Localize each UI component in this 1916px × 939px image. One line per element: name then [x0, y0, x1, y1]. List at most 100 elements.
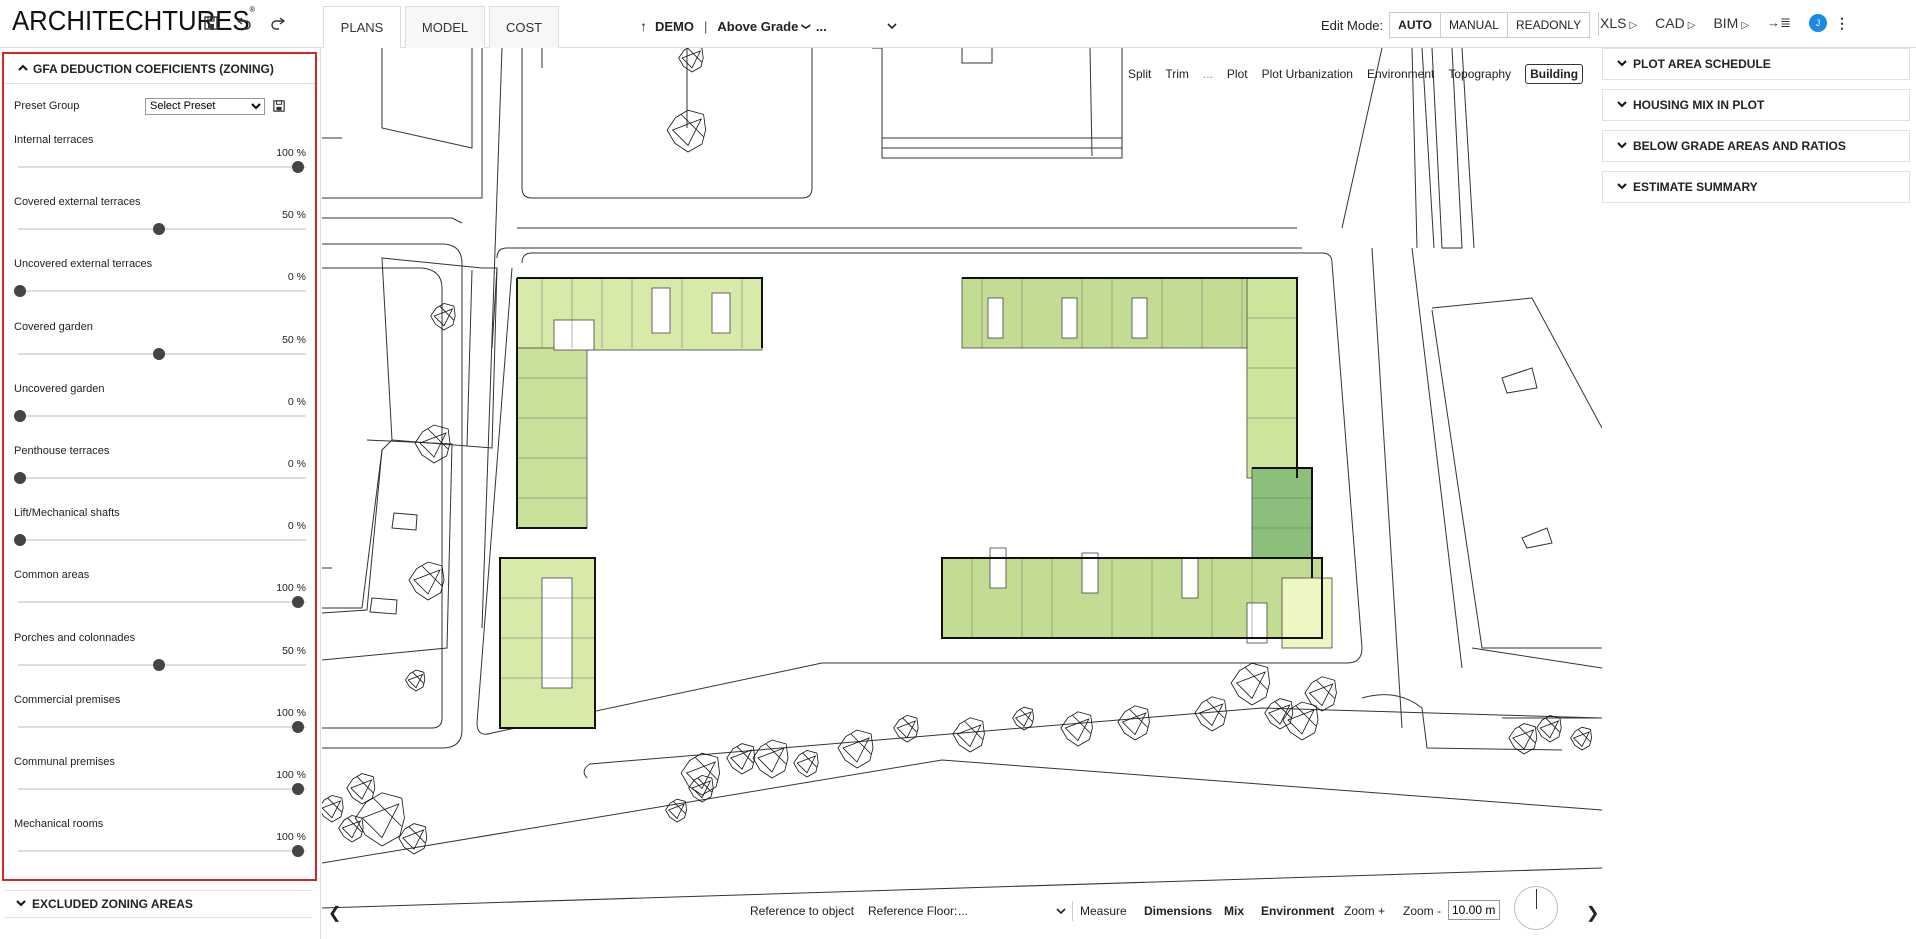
slider-handle[interactable]	[292, 845, 304, 858]
slider-handle[interactable]	[153, 347, 165, 360]
slider-track[interactable]	[18, 414, 306, 417]
excluded-zoning-areas-header[interactable]: EXCLUDED ZONING AREAS	[4, 890, 312, 918]
tab-model[interactable]: MODEL	[405, 6, 485, 48]
plot-area-schedule-header[interactable]: PLOT AREA SCHEDULE	[1602, 48, 1910, 80]
export-cad-button[interactable]: CAD ▷	[1655, 15, 1695, 31]
zoom-value-input[interactable]	[1448, 900, 1500, 920]
floor-ellipsis[interactable]: ...	[816, 19, 827, 34]
save-preset-icon[interactable]	[273, 100, 285, 115]
edit-mode-auto[interactable]: AUTO	[1390, 13, 1441, 37]
view-tab-plot[interactable]: Plot	[1227, 67, 1248, 81]
view-tab-plot-urbanization[interactable]: Plot Urbanization	[1262, 67, 1353, 81]
slider-handle[interactable]	[153, 223, 165, 236]
reference-floor-value[interactable]: ...	[958, 904, 968, 918]
reference-to-object[interactable]: Reference to object	[750, 904, 854, 918]
save-icon[interactable]	[200, 12, 222, 34]
site-plan-drawing[interactable]	[322, 48, 1602, 939]
measure-button[interactable]: Measure	[1080, 904, 1127, 918]
slider-track[interactable]	[18, 725, 306, 728]
compass-icon[interactable]	[1514, 886, 1558, 930]
edit-mode-manual[interactable]: MANUAL	[1441, 13, 1508, 37]
slider-value: 100 %	[276, 769, 306, 781]
zoom-in-button[interactable]: Zoom +	[1344, 904, 1385, 918]
avatar[interactable]: J	[1808, 14, 1827, 32]
chevron-down-icon	[1617, 59, 1627, 70]
view-tab-topography[interactable]: Topography	[1448, 67, 1511, 81]
reference-floor-dropdown-icon[interactable]	[1056, 904, 1066, 918]
tree-icon	[752, 739, 789, 779]
slider-handle[interactable]	[14, 472, 26, 484]
undo-icon[interactable]	[233, 12, 255, 34]
tree-detail	[1572, 729, 1591, 748]
slider-track[interactable]	[18, 788, 306, 790]
view-tab-split[interactable]: Split	[1128, 67, 1151, 81]
export-xls-button[interactable]: XLS ▷	[1600, 15, 1637, 31]
tree-detail	[1014, 709, 1033, 728]
view-tab-more[interactable]: ...	[1203, 67, 1213, 81]
tree-detail	[671, 114, 704, 147]
slider-handle[interactable]	[292, 161, 304, 173]
gfa-panel-header[interactable]: GFA DEDUCTION COEFICIENTS (ZONING)	[4, 54, 315, 84]
slider-track[interactable]	[18, 850, 306, 853]
tab-cost[interactable]: COST	[489, 6, 559, 48]
redo-icon[interactable]	[266, 12, 288, 34]
tree-detail	[681, 48, 703, 69]
level-chevron-icon[interactable]: ❯	[801, 22, 812, 30]
edit-mode-readonly[interactable]: READONLY	[1508, 13, 1589, 37]
export-bim-button[interactable]: BIM ▷	[1713, 15, 1749, 31]
view-tab-building[interactable]: Building	[1525, 64, 1584, 84]
slider-value: 50 %	[282, 644, 306, 657]
view-tab-trim[interactable]: Trim	[1165, 67, 1189, 81]
slider-handle[interactable]	[14, 285, 26, 298]
slider-track[interactable]	[18, 166, 306, 168]
slider-label: Penthouse terraces	[14, 445, 110, 457]
estimate-summary-header[interactable]: ESTIMATE SUMMARY	[1602, 171, 1910, 203]
slider-label: Uncovered external terraces	[14, 258, 153, 271]
below-grade-header[interactable]: BELOW GRADE AREAS AND RATIOS	[1602, 130, 1910, 162]
slider-value: 0 %	[287, 458, 306, 470]
slider-row: Penthouse terraces 0 %	[14, 445, 306, 507]
slider-value: 0 %	[287, 395, 306, 408]
level-selector[interactable]: Above Grade	[717, 19, 798, 34]
slider-row: Porches and colonnades 50 %	[14, 632, 306, 694]
tree-detail	[1539, 717, 1561, 739]
housing-mix-header[interactable]: HOUSING MIX IN PLOT	[1602, 89, 1910, 121]
preset-select[interactable]: Select Preset	[145, 97, 265, 115]
slider-row: Common areas 100 %	[14, 569, 306, 631]
slider-label: Communal premises	[14, 756, 115, 768]
project-name[interactable]: DEMO	[655, 19, 694, 34]
export-list-icon[interactable]: →≣	[1767, 15, 1791, 31]
tree-icon	[408, 561, 445, 601]
tree-detail	[322, 797, 343, 819]
slider-handle[interactable]	[292, 596, 304, 609]
tab-plans[interactable]: PLANS	[323, 6, 401, 49]
slider-track[interactable]	[18, 539, 306, 542]
slider-handle[interactable]	[14, 534, 26, 547]
up-arrow-icon[interactable]: ↑	[640, 18, 647, 34]
scroll-right-icon[interactable]: ❯	[1586, 903, 1599, 923]
more-vertical-icon[interactable]: ⋮	[1835, 15, 1849, 32]
mix-button[interactable]: Mix	[1224, 904, 1244, 918]
slider-handle[interactable]	[292, 720, 304, 733]
estimate-summary-title: ESTIMATE SUMMARY	[1633, 180, 1758, 194]
zoom-out-button[interactable]: Zoom -	[1403, 904, 1441, 918]
tree-icon	[680, 752, 721, 796]
export-bim-label: BIM	[1713, 15, 1739, 31]
breadcrumb: ↑ DEMO | Above Grade ❯ ...	[640, 18, 897, 34]
slider-track[interactable]	[18, 290, 306, 293]
scroll-left-icon[interactable]: ❮	[328, 903, 341, 923]
tree-icon	[952, 717, 985, 753]
slider-track[interactable]	[18, 477, 306, 479]
slider-handle[interactable]	[292, 783, 304, 795]
slider-label: Internal terraces	[14, 134, 94, 146]
view-tab-environment[interactable]: Environment	[1367, 67, 1434, 81]
slider-label: Uncovered garden	[14, 382, 105, 395]
environment-button[interactable]: Environment	[1261, 904, 1334, 918]
slider-handle[interactable]	[14, 409, 26, 422]
tree-icon	[1304, 676, 1337, 712]
slider-handle[interactable]	[153, 658, 165, 671]
chevron-down-icon[interactable]	[887, 19, 897, 33]
slider-track[interactable]	[18, 601, 306, 604]
site-plan-canvas[interactable]: Split Trim ... Plot Plot Urbanization En…	[322, 48, 1602, 939]
dimensions-button[interactable]: Dimensions	[1144, 904, 1212, 918]
